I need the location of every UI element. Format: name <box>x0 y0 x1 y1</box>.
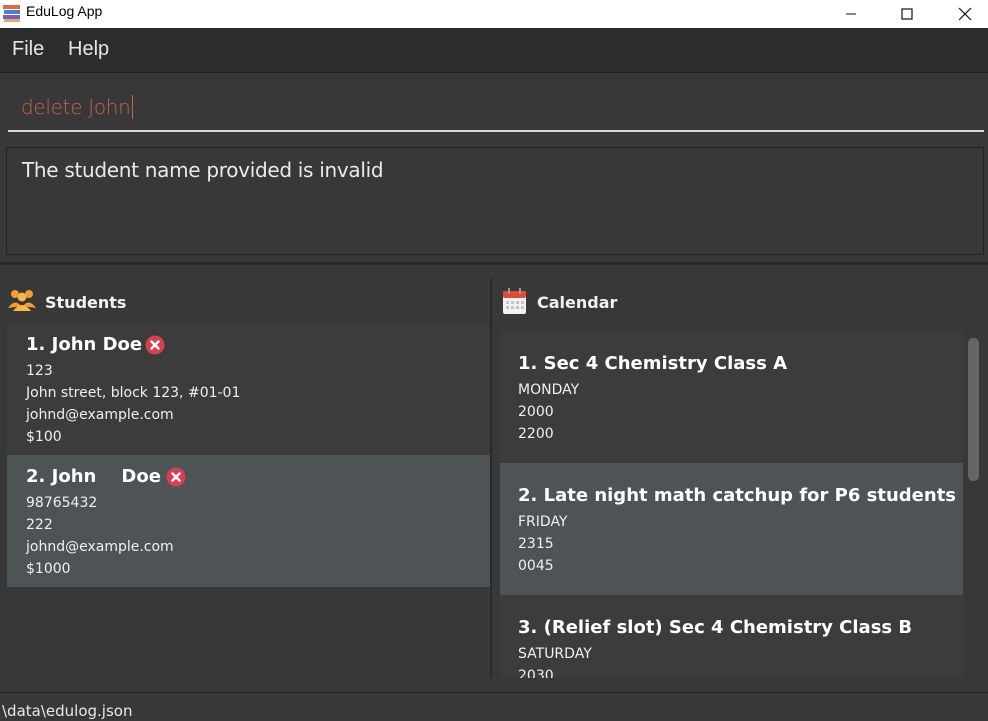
command-box: delete John <box>0 74 988 136</box>
window-title: EduLog App <box>26 3 103 19</box>
menu-file[interactable]: File <box>12 38 44 61</box>
status-bar: \data\edulog.json <box>0 692 988 721</box>
students-header: Students <box>45 293 127 312</box>
scrollbar-thumb[interactable] <box>968 338 979 481</box>
event-start-time: 2315 <box>518 536 554 552</box>
books-app-icon <box>3 5 20 22</box>
event-end-time: 2200 <box>518 426 554 442</box>
student-phone: 123 <box>26 363 53 379</box>
student-card[interactable]: 2. John Doe 98765432 222 johnd@example.c… <box>7 455 490 587</box>
calendar-event-card[interactable]: 1. Sec 4 Chemistry Class A MONDAY 2000 2… <box>500 331 963 463</box>
calendar-header: Calendar <box>537 293 618 312</box>
data-file-path: \data\edulog.json <box>2 702 133 720</box>
result-display: The student name provided is invalid <box>6 147 984 255</box>
student-email: johnd@example.com <box>26 407 174 423</box>
calendar-event-card[interactable]: 3. (Relief slot) Sec 4 Chemistry Class B… <box>500 595 963 678</box>
users-icon <box>8 290 36 311</box>
maximize-icon <box>901 8 913 20</box>
student-address: John street, block 123, #01-01 <box>26 385 241 401</box>
student-card[interactable]: 1. John Doe 123 John street, block 123, … <box>7 323 490 455</box>
event-name: 3. (Relief slot) Sec 4 Chemistry Class B <box>518 617 913 638</box>
vertical-divider[interactable] <box>490 278 492 678</box>
delete-badge-icon[interactable] <box>166 467 186 487</box>
student-phone: 98765432 <box>26 495 98 511</box>
event-start-time: 2000 <box>518 404 554 420</box>
event-day: MONDAY <box>518 382 580 398</box>
event-day: SATURDAY <box>518 646 592 662</box>
menu-help[interactable]: Help <box>68 38 109 61</box>
minimize-button[interactable] <box>828 0 874 28</box>
close-button[interactable] <box>942 0 988 28</box>
event-start-time: 2030 <box>518 668 554 678</box>
event-name: 1. Sec 4 Chemistry Class A <box>518 353 788 374</box>
pane-divider <box>0 262 988 265</box>
minimize-icon <box>846 13 856 15</box>
student-fee: $100 <box>26 429 62 445</box>
student-name: 1. John Doe <box>26 334 143 355</box>
result-message: The student name provided is invalid <box>22 158 384 182</box>
delete-badge-icon[interactable] <box>145 335 165 355</box>
calendar-icon <box>503 288 526 314</box>
menu-bar: File Help <box>0 28 988 73</box>
text-caret <box>131 95 133 119</box>
title-bar: EduLog App <box>0 0 988 28</box>
student-name: 2. John Doe <box>26 466 161 487</box>
close-icon <box>958 7 972 21</box>
event-end-time: 0045 <box>518 558 554 574</box>
command-input[interactable]: delete John <box>8 78 984 132</box>
command-text: delete John <box>21 95 131 119</box>
student-email: johnd@example.com <box>26 539 174 555</box>
student-address: 222 <box>26 517 53 533</box>
student-fee: $1000 <box>26 561 71 577</box>
event-day: FRIDAY <box>518 514 568 530</box>
event-name: 2. Late night math catchup for P6 studen… <box>518 485 957 506</box>
maximize-button[interactable] <box>884 0 930 28</box>
calendar-event-card[interactable]: 2. Late night math catchup for P6 studen… <box>500 463 963 595</box>
